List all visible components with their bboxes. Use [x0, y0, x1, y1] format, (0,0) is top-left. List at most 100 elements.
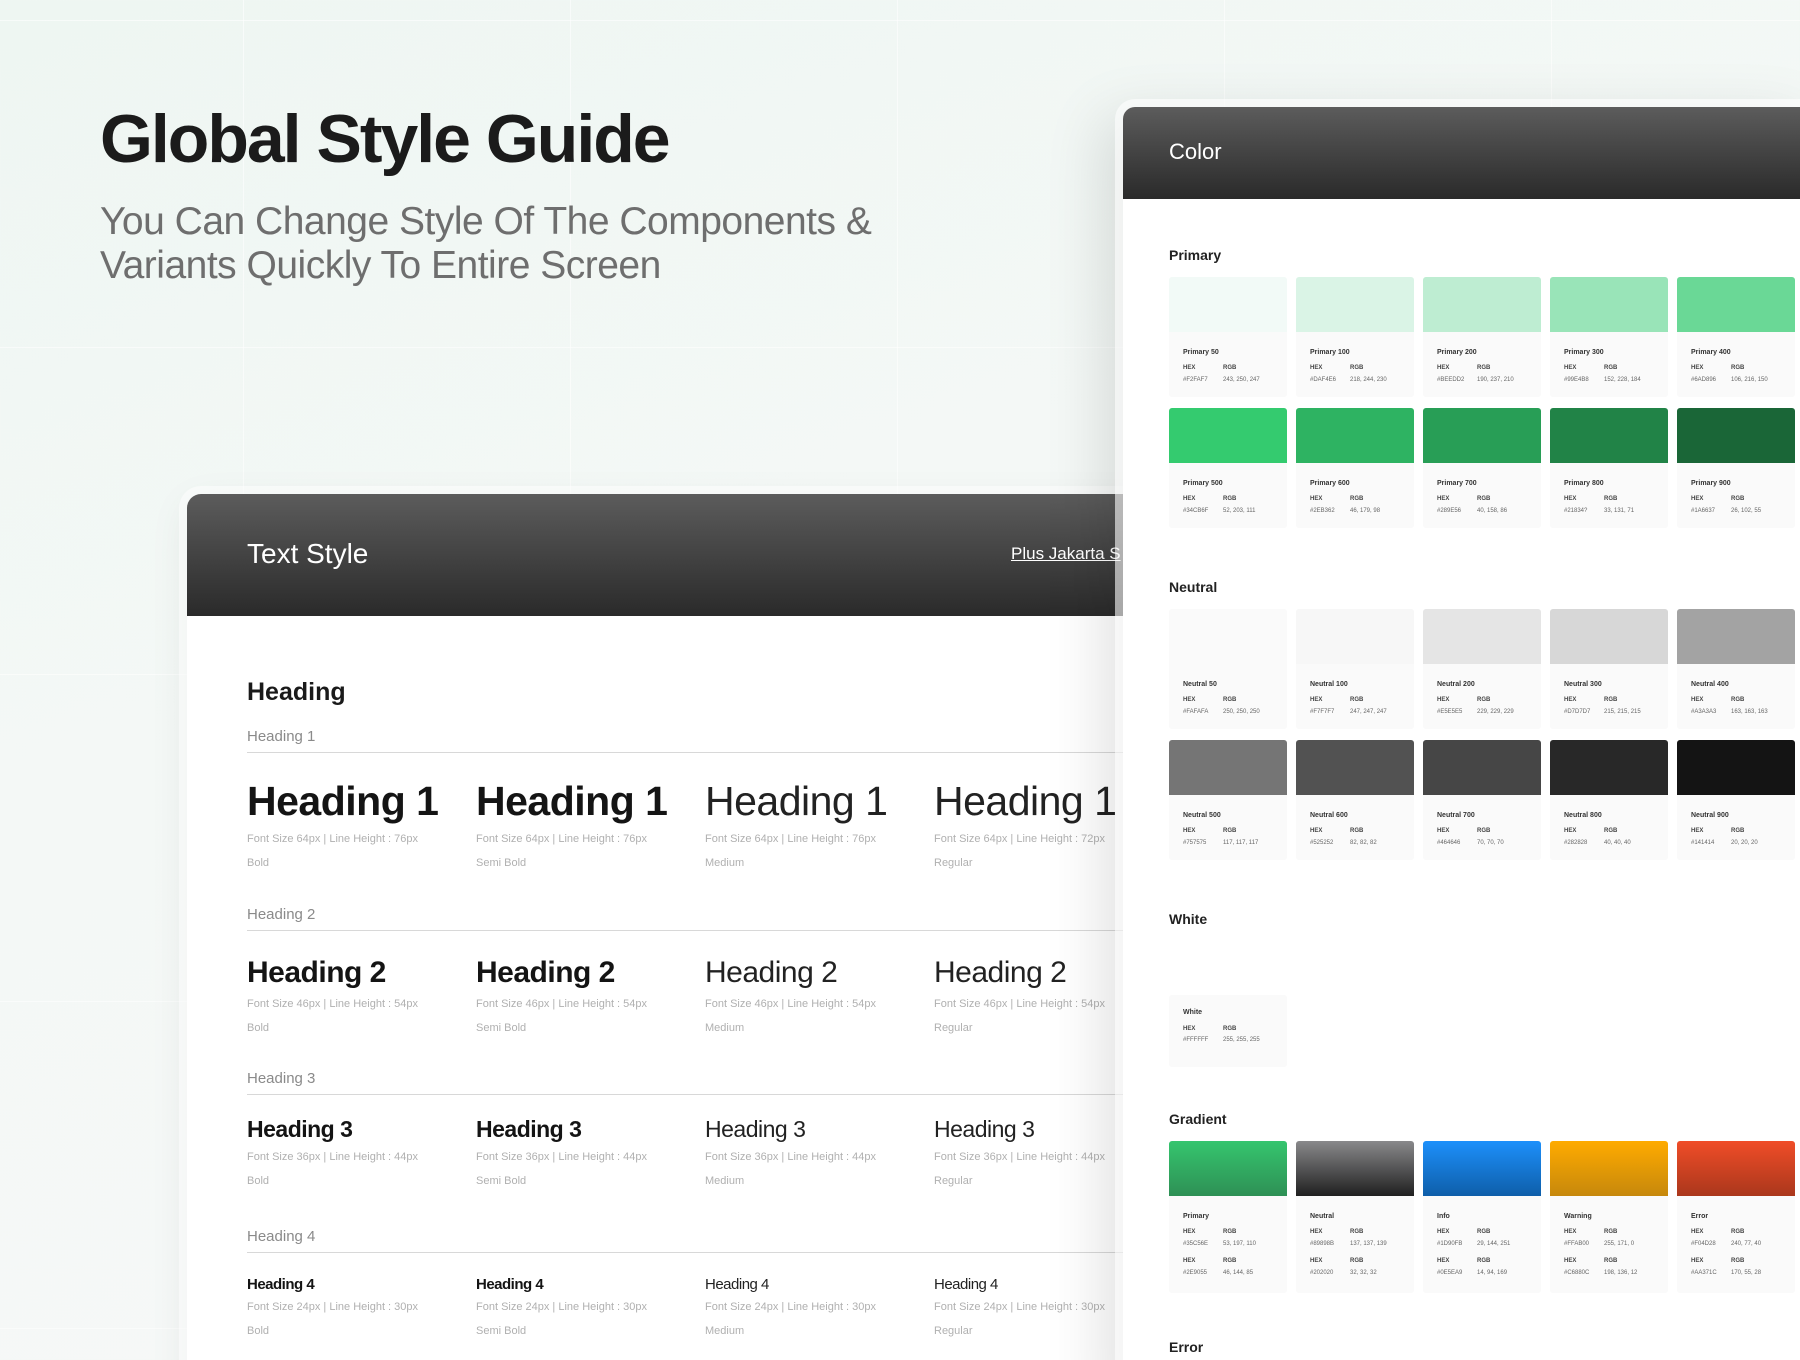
hex-value: #1D90FB	[1437, 1241, 1463, 1247]
rgb-label: RGB	[1350, 697, 1364, 703]
hex-label: HEX	[1564, 365, 1577, 371]
color-swatch[interactable]: Neutral 600 HEX RGB #525252 82, 82, 82	[1296, 740, 1414, 860]
type-sample: Heading 2	[476, 956, 615, 989]
rgb-label: RGB	[1477, 828, 1491, 834]
color-swatch[interactable]: Primary 100 HEX RGB #DAF4E6 218, 244, 230	[1296, 277, 1414, 397]
rgb-value: 70, 70, 70	[1477, 840, 1504, 846]
color-chip	[1169, 609, 1287, 664]
rgb-label: RGB	[1477, 1258, 1491, 1264]
hex-label: HEX	[1183, 1258, 1196, 1264]
swatch-name: Primary 100	[1310, 349, 1350, 356]
rgb-value: 255, 171, 0	[1604, 1241, 1635, 1247]
color-chip	[1296, 277, 1414, 332]
gradient-swatch[interactable]: Info HEX RGB #1D90FB 29, 144, 251 HEX RGB #0E5E…	[1423, 1141, 1541, 1293]
type-sample-cell: Heading 3 Font Size 36px | Line Height : …	[247, 1116, 475, 1187]
color-swatch[interactable]: Primary 500 HEX RGB #34CB6F 52, 203, 111	[1169, 408, 1287, 528]
type-spec: Font Size 36px | Line Height : 44px	[705, 1151, 877, 1163]
color-chip	[1169, 740, 1287, 795]
group-divider	[247, 1094, 1187, 1095]
gradient-swatch[interactable]: Primary HEX RGB #35C56E 53, 197, 110 HEX RGB #2…	[1169, 1141, 1287, 1293]
type-weight: Bold	[247, 1325, 270, 1337]
hex-value: #289E56	[1437, 508, 1462, 514]
color-swatch[interactable]: Primary 300 HEX RGB #99E4B8 152, 228, 184	[1550, 277, 1668, 397]
color-swatch[interactable]: Neutral 500 HEX RGB #757575 117, 117, 117	[1169, 740, 1287, 860]
hex-label: HEX	[1183, 828, 1196, 834]
color-swatch[interactable]: White HEX RGB #FFFFFF 255, 255, 255	[1169, 995, 1287, 1067]
color-swatch[interactable]: Primary 200 HEX RGB #BEEDD2 190, 237, 210	[1423, 277, 1541, 397]
color-swatch[interactable]: Neutral 100 HEX RGB #F7F7F7 247, 247, 247	[1296, 609, 1414, 729]
hex-label: HEX	[1564, 1258, 1577, 1264]
color-swatch[interactable]: Primary 800 HEX RGB #21834? 33, 131, 71	[1550, 408, 1668, 528]
color-chip	[1550, 277, 1668, 332]
rgb-label: RGB	[1477, 365, 1491, 371]
swatch-name: Primary 300	[1564, 349, 1604, 356]
hex-label: HEX	[1310, 496, 1323, 502]
font-family-link[interactable]: Plus Jakarta S	[1011, 544, 1121, 564]
color-swatch[interactable]: Neutral 200 HEX RGB #E5E5E5 229, 229, 229	[1423, 609, 1541, 729]
rgb-value: 152, 228, 184	[1604, 377, 1641, 383]
heading-section-title: Heading	[247, 678, 346, 706]
swatch-name: Primary 700	[1437, 480, 1477, 487]
rgb-label: RGB	[1604, 697, 1618, 703]
color-swatch[interactable]: Primary 900 HEX RGB #1A6637 26, 102, 55	[1677, 408, 1795, 528]
hex-label: HEX	[1691, 828, 1704, 834]
hex-label: HEX	[1437, 828, 1450, 834]
type-spec: Font Size 36px | Line Height : 44px	[476, 1151, 648, 1163]
color-chip	[1296, 740, 1414, 795]
rgb-label: RGB	[1731, 1258, 1745, 1264]
rgb-label: RGB	[1731, 496, 1745, 502]
rgb-value: 14, 94, 169	[1477, 1270, 1508, 1276]
hex-label: HEX	[1183, 496, 1196, 502]
gradient-swatch[interactable]: Error HEX RGB #F04D28 240, 77, 40 HEX RGB #AA37…	[1677, 1141, 1795, 1293]
color-swatch[interactable]: Neutral 900 HEX RGB #141414 20, 20, 20	[1677, 740, 1795, 860]
type-group-label: Heading 2	[247, 906, 316, 923]
color-chip	[1677, 408, 1795, 463]
hex-label: HEX	[1564, 828, 1577, 834]
rgb-label: RGB	[1350, 1229, 1364, 1235]
color-swatch[interactable]: Neutral 800 HEX RGB #282828 40, 40, 40	[1550, 740, 1668, 860]
rgb-value: 52, 203, 111	[1223, 508, 1256, 514]
type-weight: Bold	[247, 1175, 270, 1187]
neutral-label: Neutral	[1169, 579, 1218, 595]
rgb-label: RGB	[1350, 828, 1364, 834]
color-swatch[interactable]: Primary 50 HEX RGB #F2FAF7 243, 250, 247	[1169, 277, 1287, 397]
hex-value: #202020	[1310, 1270, 1334, 1276]
rgb-value: 198, 136, 12	[1604, 1270, 1638, 1276]
rgb-value: 32, 32, 32	[1350, 1270, 1377, 1276]
type-weight: Medium	[705, 1175, 745, 1187]
color-swatch[interactable]: Primary 600 HEX RGB #2EB362 46, 179, 98	[1296, 408, 1414, 528]
gradient-swatch[interactable]: Warning HEX RGB #FFAB00 255, 171, 0 HEX RGB #C6…	[1550, 1141, 1668, 1293]
hex-value: #89898B	[1310, 1241, 1335, 1247]
rgb-value: 82, 82, 82	[1350, 840, 1377, 846]
hex-label: HEX	[1437, 1258, 1450, 1264]
color-swatch[interactable]: Neutral 50 HEX RGB #FAFAFA 250, 250, 250	[1169, 609, 1287, 729]
gradient-swatch[interactable]: Neutral HEX RGB #89898B 137, 137, 139 HEX RGB #…	[1296, 1141, 1414, 1293]
type-spec: Font Size 64px | Line Height : 76px	[476, 833, 648, 845]
swatch-name: White	[1183, 1009, 1203, 1016]
hex-label: HEX	[1183, 365, 1196, 371]
color-swatch[interactable]: Primary 400 HEX RGB #6AD896 106, 216, 150	[1677, 277, 1795, 397]
hex-label: HEX	[1310, 1258, 1323, 1264]
page-subtitle: You Can Change Style Of The Components &…	[100, 200, 872, 287]
hex-label: HEX	[1310, 1229, 1323, 1235]
hex-value: #F2FAF7	[1183, 377, 1208, 383]
swatch-name: Primary 600	[1310, 480, 1350, 487]
color-chip	[1169, 408, 1287, 463]
color-chip	[1677, 277, 1795, 332]
color-swatch[interactable]: Neutral 300 HEX RGB #D7D7D7 215, 215, 215	[1550, 609, 1668, 729]
color-chip	[1423, 408, 1541, 463]
color-swatch[interactable]: Primary 700 HEX RGB #289E56 40, 158, 86	[1423, 408, 1541, 528]
type-group-label: Heading 1	[247, 728, 316, 745]
color-swatch[interactable]: Neutral 700 HEX RGB #464646 70, 70, 70	[1423, 740, 1541, 860]
rgb-value: 190, 237, 210	[1477, 377, 1514, 383]
type-weight: Medium	[705, 857, 745, 869]
hex-value: #6AD896	[1691, 377, 1717, 383]
color-swatch[interactable]: Neutral 400 HEX RGB #A3A3A3 163, 163, 163	[1677, 609, 1795, 729]
text-style-card: Text Style Plus Jakarta S Heading Headin…	[187, 494, 1187, 1360]
gradient-label: Gradient	[1169, 1111, 1227, 1127]
hex-label: HEX	[1691, 1258, 1704, 1264]
rgb-label: RGB	[1223, 496, 1237, 502]
type-sample: Heading 2	[247, 956, 386, 989]
hex-value: #757575	[1183, 840, 1207, 846]
rgb-label: RGB	[1223, 697, 1237, 703]
